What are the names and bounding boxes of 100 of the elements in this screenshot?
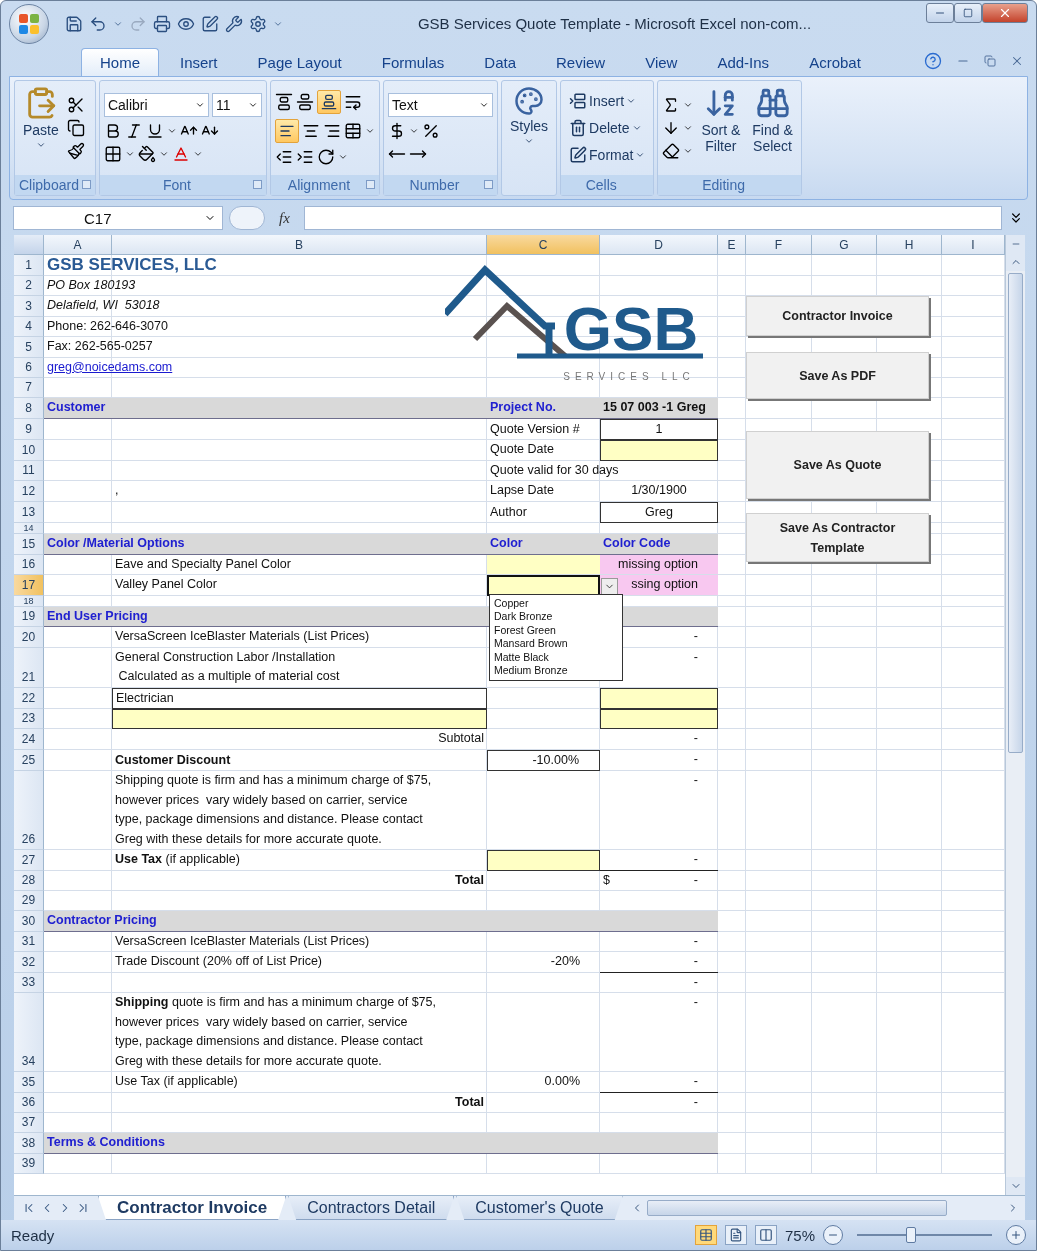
row-header[interactable]: 9 — [14, 418, 44, 440]
format-painter-icon[interactable] — [66, 142, 85, 160]
row-header[interactable]: 21 — [14, 647, 44, 688]
sheet-tab[interactable]: Contractors Detail — [288, 1196, 455, 1220]
row-header[interactable]: 32 — [14, 952, 44, 973]
name-box[interactable]: C17 — [13, 206, 223, 230]
cut-icon[interactable] — [66, 96, 85, 114]
caret-icon[interactable] — [158, 149, 169, 159]
row-header[interactable]: 33 — [14, 972, 44, 993]
caret-icon[interactable] — [683, 123, 694, 133]
dropdown-option[interactable]: Dark Bronze — [494, 610, 618, 624]
row-header[interactable]: 3 — [14, 296, 44, 317]
row-header[interactable]: 10 — [14, 440, 44, 461]
row-header[interactable]: 5 — [14, 337, 44, 358]
column-header[interactable]: C — [487, 235, 600, 255]
column-header[interactable]: F — [746, 235, 812, 255]
row-header[interactable]: 30 — [14, 911, 44, 932]
row-header[interactable]: 20 — [14, 627, 44, 648]
row-header[interactable]: 39 — [14, 1153, 44, 1174]
print-icon[interactable] — [153, 14, 171, 33]
zoom-thumb[interactable] — [906, 1227, 916, 1243]
paste-button[interactable]: Paste — [19, 84, 63, 172]
row-header[interactable]: 16 — [14, 554, 44, 575]
column-header[interactable]: I — [942, 235, 1005, 255]
underline-icon[interactable] — [145, 122, 164, 140]
row-header[interactable]: 22 — [14, 687, 44, 709]
ribbon-tab[interactable]: Review — [537, 48, 625, 76]
ribbon-tab[interactable]: Home — [81, 48, 159, 76]
email-link[interactable]: greg@noicedams.com — [47, 357, 173, 377]
row-header[interactable]: 1 — [14, 255, 44, 276]
ribbon-tab[interactable]: Acrobat — [790, 48, 880, 76]
row-header[interactable]: 4 — [14, 316, 44, 337]
editing-button[interactable]: Sort & Filter — [697, 84, 745, 172]
cells-button[interactable]: Delete — [565, 117, 650, 139]
cells-button[interactable]: Insert — [565, 90, 650, 112]
dropdown-option[interactable]: Matte Black — [494, 650, 618, 664]
row-header[interactable]: 7 — [14, 378, 44, 398]
row-header[interactable]: 17 — [14, 575, 44, 596]
cells-button[interactable]: Format — [565, 144, 650, 166]
column-header[interactable]: E — [718, 235, 746, 255]
column-header[interactable]: G — [812, 235, 877, 255]
styles-button[interactable]: Styles — [505, 84, 553, 192]
row-header[interactable]: 38 — [14, 1133, 44, 1154]
close-icon[interactable] — [1010, 54, 1024, 68]
sheet-tab[interactable]: Contractor Invoice — [98, 1196, 287, 1220]
caret-icon[interactable] — [408, 126, 419, 136]
row-header[interactable]: 15 — [14, 534, 44, 555]
dropdown-option[interactable]: Mansard Brown — [494, 637, 618, 651]
save-icon[interactable] — [65, 14, 83, 33]
input-cell[interactable] — [600, 687, 718, 709]
percent-icon[interactable] — [421, 122, 440, 140]
insert-function-button[interactable]: fx — [271, 209, 298, 227]
macro-button[interactable]: Contractor Invoice — [746, 296, 929, 336]
formula-input[interactable] — [303, 206, 1002, 230]
row-header[interactable]: 12 — [14, 481, 44, 502]
ribbon-tab[interactable]: Page Layout — [238, 48, 361, 76]
rotate-icon[interactable] — [316, 148, 335, 166]
font-name-field[interactable]: Calibri — [103, 93, 209, 117]
font-color-icon[interactable] — [171, 145, 190, 163]
dropdown-option[interactable]: Forest Green — [494, 623, 618, 637]
tools-icon[interactable] — [225, 14, 243, 33]
page-break-button[interactable] — [754, 1225, 777, 1245]
align-top-icon[interactable] — [274, 93, 293, 111]
macro-button[interactable]: Save As Contractor Template — [746, 513, 929, 562]
row-header[interactable]: 26 — [14, 771, 44, 850]
ribbon-tab[interactable]: Data — [465, 48, 535, 76]
align-middle-icon[interactable] — [295, 93, 314, 111]
ribbon-tab[interactable]: View — [626, 48, 697, 76]
caret-icon[interactable] — [166, 126, 177, 136]
zoom-out-button[interactable] — [823, 1225, 843, 1245]
ribbon-tab[interactable]: Add-Ins — [698, 48, 789, 76]
macro-button[interactable]: Save As PDF — [746, 352, 929, 399]
caret-icon[interactable] — [124, 149, 135, 159]
row-header[interactable]: 19 — [14, 606, 44, 627]
copy-icon[interactable] — [66, 119, 85, 137]
wrap-text-icon[interactable] — [343, 93, 362, 111]
zoom-in-button[interactable] — [1006, 1225, 1026, 1245]
row-header[interactable]: 25 — [14, 749, 44, 771]
row-header[interactable]: 31 — [14, 931, 44, 952]
normal-view-button[interactable] — [694, 1225, 717, 1245]
first-sheet-icon[interactable] — [22, 1201, 36, 1215]
column-header[interactable]: A — [44, 235, 112, 255]
last-sheet-icon[interactable] — [76, 1201, 90, 1215]
row-header[interactable]: 8 — [14, 398, 44, 419]
caret-icon[interactable] — [192, 149, 203, 159]
close-button[interactable] — [982, 3, 1028, 23]
fill-color-icon[interactable] — [137, 145, 156, 163]
align-bottom-button[interactable] — [316, 90, 341, 114]
align-center-icon[interactable] — [301, 122, 320, 140]
input-cell[interactable] — [600, 709, 718, 729]
caret-icon[interactable] — [364, 126, 375, 136]
caret-icon[interactable] — [683, 146, 694, 156]
help-icon[interactable] — [924, 52, 942, 70]
input-cell[interactable] — [600, 440, 718, 461]
align-left-button[interactable] — [274, 119, 299, 143]
input-cell[interactable] — [487, 850, 600, 871]
font-size-field[interactable]: 11 — [211, 93, 262, 117]
row-header[interactable]: 14 — [14, 523, 44, 534]
settings-icon[interactable] — [249, 14, 267, 33]
row-header[interactable]: 6 — [14, 357, 44, 378]
